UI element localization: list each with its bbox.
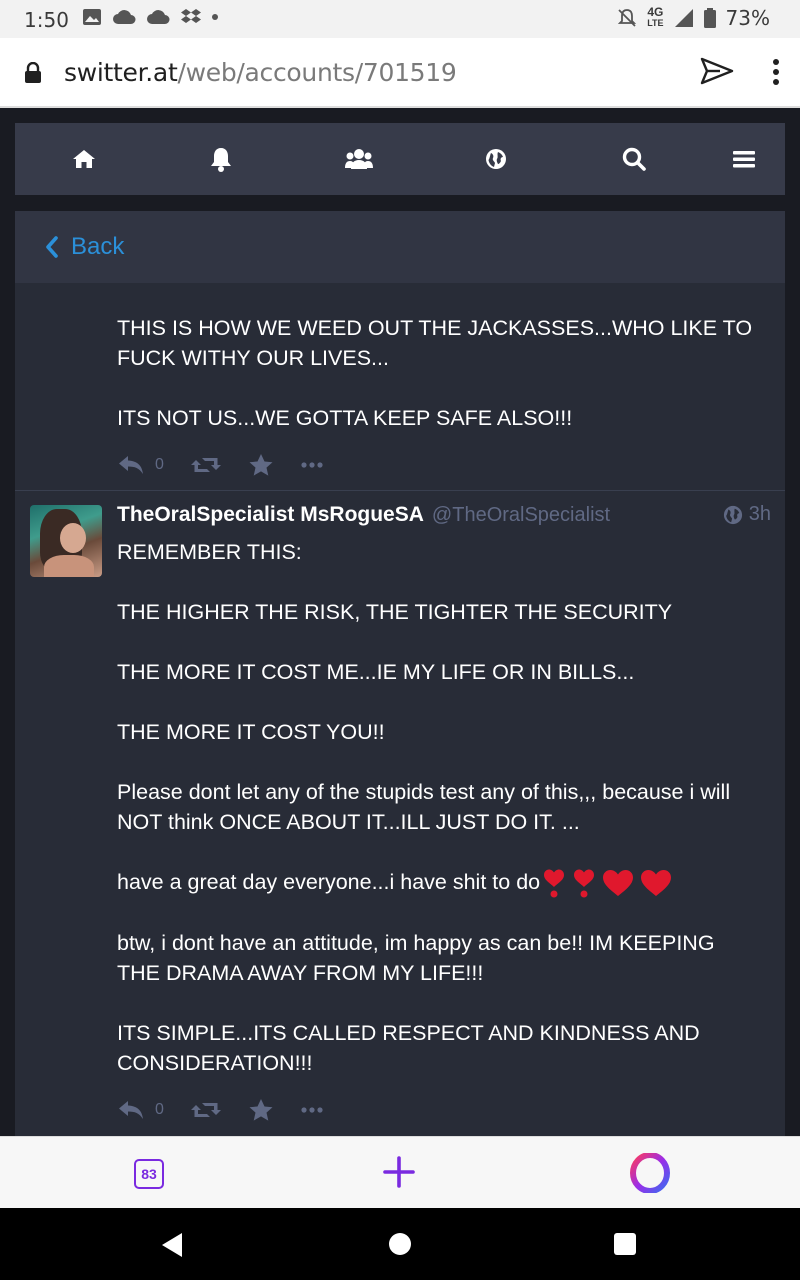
status-paragraph: REMEMBER THIS: bbox=[117, 540, 302, 564]
users-icon bbox=[344, 149, 373, 169]
star-icon bbox=[249, 454, 273, 476]
reply-button[interactable]: 0 bbox=[117, 1099, 164, 1121]
reply-count: 0 bbox=[155, 1101, 164, 1119]
back-triangle-icon[interactable] bbox=[160, 1232, 184, 1258]
status-paragraph: THE HIGHER THE RISK, THE TIGHTER THE SEC… bbox=[117, 600, 673, 624]
cloud-icon bbox=[113, 10, 136, 24]
home-circle-icon[interactable] bbox=[389, 1233, 411, 1255]
chevron-left-icon bbox=[46, 236, 58, 258]
browser-bottom-bar: 83 bbox=[0, 1136, 800, 1208]
back-label: Back bbox=[71, 233, 125, 260]
heart-icon bbox=[641, 870, 672, 897]
browser-address-bar: switter.at/web/accounts/701519 bbox=[0, 38, 800, 108]
status-action-bar: 0 bbox=[117, 1092, 755, 1128]
home-icon bbox=[72, 150, 95, 168]
back-button[interactable]: Back bbox=[15, 211, 785, 283]
more-button[interactable] bbox=[300, 461, 324, 469]
nav-notifications[interactable] bbox=[153, 123, 291, 195]
signal-icon bbox=[674, 9, 693, 27]
heart-exclamation-icon bbox=[544, 869, 565, 898]
status-item[interactable]: 3h TheOralSpecialist MsRogueSA @TheOralS… bbox=[15, 491, 785, 1128]
display-name: TheOralSpecialist MsRogueSA bbox=[117, 503, 424, 526]
status-author[interactable]: TheOralSpecialist MsRogueSA @TheOralSpec… bbox=[117, 503, 755, 537]
globe-icon bbox=[723, 505, 742, 524]
status-paragraph: THIS IS HOW WE WEED OUT THE JACKASSES...… bbox=[117, 316, 753, 370]
favourite-button[interactable] bbox=[248, 1098, 274, 1122]
globe-icon bbox=[486, 149, 507, 169]
recents-square-icon[interactable] bbox=[614, 1233, 636, 1255]
status-paragraph-with-emoji: have a great day everyone...i have shit … bbox=[117, 867, 755, 898]
status-paragraph: THE MORE IT COST ME...IE MY LIFE OR IN B… bbox=[117, 660, 635, 684]
account-column: Back THIS IS HOW WE WEED OUT THE JACKASS… bbox=[15, 211, 785, 1136]
notification-dot-icon bbox=[212, 14, 218, 20]
status-paragraph: ITS NOT US...WE GOTTA KEEP SAFE ALSO!!! bbox=[117, 406, 573, 430]
favourite-button[interactable] bbox=[248, 453, 274, 477]
ellipsis-icon bbox=[301, 1107, 323, 1113]
reply-count: 0 bbox=[155, 456, 164, 473]
boost-button[interactable] bbox=[190, 454, 222, 476]
bell-icon bbox=[211, 148, 232, 172]
reply-button[interactable]: 0 bbox=[117, 454, 164, 476]
menu-icon bbox=[732, 151, 755, 168]
search-icon bbox=[622, 147, 646, 171]
ellipsis-icon bbox=[301, 462, 323, 468]
nav-menu[interactable] bbox=[703, 123, 786, 195]
avatar[interactable] bbox=[30, 505, 102, 577]
more-button[interactable] bbox=[300, 1106, 324, 1114]
heart-icon bbox=[603, 870, 634, 897]
status-action-bar: 0 bbox=[117, 447, 755, 483]
retweet-icon bbox=[190, 1103, 221, 1118]
status-content: REMEMBER THIS: THE HIGHER THE RISK, THE … bbox=[117, 537, 755, 1078]
opera-icon[interactable] bbox=[630, 1153, 670, 1193]
url-path: /web/accounts/701519 bbox=[177, 58, 457, 87]
nav-federated-timeline[interactable] bbox=[428, 123, 566, 195]
web-page: Back THIS IS HOW WE WEED OUT THE JACKASS… bbox=[0, 108, 800, 1136]
status-paragraph: btw, i dont have an attitude, im happy a… bbox=[117, 931, 715, 986]
url-field[interactable]: switter.at/web/accounts/701519 bbox=[64, 58, 457, 87]
heart-exclamation-icon bbox=[574, 869, 595, 898]
url-domain: switter.at bbox=[64, 58, 178, 87]
more-vert-icon[interactable] bbox=[772, 58, 780, 86]
plus-icon[interactable] bbox=[382, 1155, 416, 1189]
tabs-button[interactable]: 83 bbox=[134, 1159, 164, 1189]
send-icon[interactable] bbox=[700, 56, 734, 86]
star-icon bbox=[249, 1099, 273, 1121]
bell-off-icon bbox=[618, 9, 637, 27]
boost-button[interactable] bbox=[190, 1099, 222, 1121]
nav-local-timeline[interactable] bbox=[290, 123, 428, 195]
battery-percent: 73% bbox=[725, 6, 770, 30]
account-handle: @TheOralSpecialist bbox=[431, 504, 611, 526]
emoji-hearts bbox=[542, 868, 672, 898]
top-navigation bbox=[15, 123, 785, 195]
reply-icon bbox=[119, 1101, 143, 1120]
lock-icon bbox=[25, 62, 41, 83]
status-paragraph: THE MORE IT COST YOU!! bbox=[117, 720, 385, 744]
network-indicator: 4G LTE bbox=[647, 5, 664, 28]
dropbox-icon bbox=[181, 9, 201, 23]
android-navigation-bar bbox=[0, 1208, 800, 1280]
status-content: THIS IS HOW WE WEED OUT THE JACKASSES...… bbox=[117, 313, 755, 433]
status-paragraph: Please dont let any of the stupids test … bbox=[117, 780, 731, 834]
android-status-bar: 1:50 4G LTE 73% bbox=[0, 0, 800, 38]
status-item[interactable]: THIS IS HOW WE WEED OUT THE JACKASSES...… bbox=[15, 283, 785, 491]
status-timestamp[interactable]: 3h bbox=[723, 503, 771, 526]
retweet-icon bbox=[190, 458, 221, 472]
battery-icon bbox=[703, 8, 716, 28]
nav-search[interactable] bbox=[565, 123, 703, 195]
status-paragraph: ITS SIMPLE...ITS CALLED RESPECT AND KIND… bbox=[117, 1021, 700, 1076]
reply-icon bbox=[119, 456, 143, 474]
status-time: 1:50 bbox=[24, 8, 69, 32]
image-icon bbox=[83, 9, 101, 25]
nav-home[interactable] bbox=[15, 123, 153, 195]
cloud-icon bbox=[147, 10, 170, 24]
